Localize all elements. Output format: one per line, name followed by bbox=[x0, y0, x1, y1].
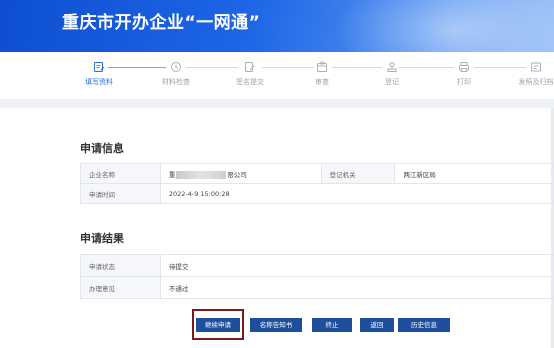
table-row: 申请时间 2022-4-9 15:00:28 bbox=[80, 183, 554, 204]
progress-steps: 填写资料 材料检查 签名提交 审查 登记 打印 发照及归档 bbox=[0, 52, 554, 99]
name-notice-button[interactable]: 名称告知书 bbox=[250, 318, 302, 332]
application-time-label: 申请时间 bbox=[80, 183, 161, 204]
archive-icon bbox=[531, 62, 541, 72]
application-result-table: 申请状态 待提交 办理意见 不通过 bbox=[80, 254, 554, 299]
printer-icon bbox=[459, 62, 469, 72]
step-print: 打印 bbox=[424, 61, 504, 87]
application-info-table: 企业名称 重 限公司 登记机关 两江新区局 申请时间 2022-4-9 15:00… bbox=[80, 163, 554, 204]
application-time-value: 2022-4-9 15:00:28 bbox=[159, 183, 554, 204]
application-result-heading: 申请结果 bbox=[80, 232, 124, 245]
step-material-check: 材料检查 bbox=[136, 61, 216, 87]
registration-authority-label: 登记机关 bbox=[320, 163, 396, 184]
header-banner: 重庆市开办企业“一网通” bbox=[0, 0, 554, 52]
application-info-heading: 申请信息 bbox=[80, 142, 124, 155]
stamp-icon bbox=[387, 62, 397, 72]
clock-icon bbox=[171, 62, 181, 72]
back-button[interactable]: 返回 bbox=[360, 318, 394, 332]
application-status-label: 申请状态 bbox=[80, 254, 161, 277]
application-status-value: 待提交 bbox=[159, 254, 554, 277]
section-divider bbox=[0, 99, 554, 108]
step-label: 材料检查 bbox=[162, 78, 190, 86]
step-label: 发照及归档 bbox=[518, 78, 554, 86]
main-content bbox=[62, 108, 554, 348]
company-name-value: 重 限公司 bbox=[159, 163, 322, 184]
left-gutter bbox=[0, 108, 62, 348]
step-label: 填写资料 bbox=[85, 78, 113, 86]
review-icon bbox=[317, 61, 327, 72]
sign-icon bbox=[245, 62, 255, 72]
history-info-button[interactable]: 历史信息 bbox=[398, 318, 450, 332]
redacted-text bbox=[176, 170, 227, 179]
handling-opinion-value: 不通过 bbox=[159, 276, 554, 299]
step-register: 登记 bbox=[352, 61, 432, 87]
table-row: 办理意见 不通过 bbox=[80, 276, 554, 299]
edit-icon bbox=[94, 62, 105, 72]
banner-glow bbox=[334, 0, 554, 52]
table-row: 申请状态 待提交 bbox=[80, 254, 554, 277]
handling-opinion-label: 办理意见 bbox=[80, 276, 161, 299]
step-fill-info: 填写资料 bbox=[59, 61, 139, 87]
table-row: 企业名称 重 限公司 登记机关 两江新区局 bbox=[80, 163, 554, 184]
registration-authority-value: 两江新区局 bbox=[394, 163, 554, 184]
step-license-archive: 发照及归档 bbox=[496, 61, 554, 87]
step-label: 登记 bbox=[385, 78, 399, 86]
page-title: 重庆市开办企业“一网通” bbox=[62, 13, 261, 33]
step-review: 审查 bbox=[282, 61, 362, 87]
terminate-button[interactable]: 终止 bbox=[312, 318, 352, 332]
step-label: 打印 bbox=[457, 78, 471, 86]
highlight-box bbox=[192, 309, 244, 340]
company-name-label: 企业名称 bbox=[80, 163, 161, 184]
step-label: 签名提交 bbox=[236, 78, 264, 86]
step-sign-submit: 签名提交 bbox=[210, 61, 290, 87]
company-name-prefix: 重 bbox=[168, 170, 176, 179]
step-label: 审查 bbox=[315, 78, 329, 86]
company-name-suffix: 限公司 bbox=[227, 170, 247, 179]
